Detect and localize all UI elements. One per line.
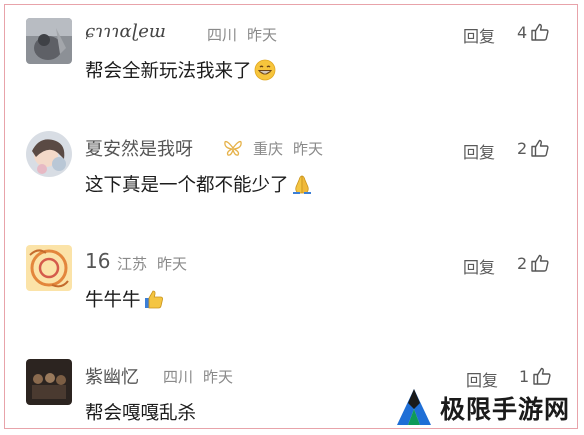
comment-meta: 重庆 昨天 (253, 138, 323, 159)
username[interactable]: 紫幽忆 (85, 363, 139, 389)
watermark-text: 极限手游网 (440, 395, 571, 424)
reply-button[interactable]: 回复 (463, 23, 495, 47)
username[interactable]: ɕɿɿɿɑɭeɯ (85, 21, 166, 42)
comment-meta: 江苏 昨天 (117, 253, 187, 274)
reply-button[interactable]: 回复 (463, 139, 495, 163)
like-count: 2 (517, 253, 528, 273)
grinning-face-icon (254, 59, 275, 81)
thumbs-up-emoji-icon (144, 290, 163, 309)
thumbs-up-icon (531, 139, 549, 157)
avatar[interactable] (26, 18, 72, 64)
like-button[interactable]: 4 (517, 22, 550, 42)
comment-text: 帮会嘎嘎乱杀 (85, 399, 196, 425)
username[interactable]: 16 (85, 249, 110, 273)
folded-hands-icon (292, 175, 311, 194)
thumbs-up-icon (531, 254, 549, 272)
location: 江苏 (117, 255, 148, 273)
avatar[interactable] (26, 245, 72, 291)
comment-text: 牛牛牛 (85, 286, 165, 312)
like-button[interactable]: 2 (517, 138, 550, 158)
comment-text: 这下真是一个都不能少了 (85, 171, 313, 197)
like-button[interactable]: 2 (517, 253, 550, 273)
like-button[interactable]: 1 (519, 366, 552, 386)
timestamp: 昨天 (247, 26, 278, 44)
avatar[interactable] (26, 131, 72, 177)
comment-text: 帮会全新玩法我来了 (85, 57, 276, 83)
comment-text-body: 帮会嘎嘎乱杀 (85, 403, 197, 424)
like-count: 2 (517, 138, 528, 158)
timestamp: 昨天 (157, 255, 188, 273)
location: 重庆 (253, 140, 284, 158)
like-count: 1 (519, 366, 530, 386)
comment-text-body: 牛牛牛 (85, 290, 141, 311)
butterfly-badge-icon (224, 140, 242, 156)
site-logo-icon (397, 389, 431, 425)
comment-text-body: 帮会全新玩法我来了 (85, 61, 252, 82)
like-count: 4 (517, 22, 528, 42)
comment-panel: ɕɿɿɿɑɭeɯ 四川 昨天 帮会全新玩法我来了 回复 4 夏安然是我呀 重庆 … (4, 4, 578, 429)
watermark: 极限手游网 (394, 385, 580, 431)
location: 四川 (207, 26, 238, 44)
username[interactable]: 夏安然是我呀 (85, 135, 193, 161)
thumbs-up-icon (531, 23, 549, 41)
comment-meta: 四川 昨天 (163, 366, 233, 387)
comment-meta: 四川 昨天 (207, 24, 277, 45)
reply-button[interactable]: 回复 (463, 254, 495, 278)
avatar[interactable] (26, 359, 72, 405)
thumbs-up-icon (533, 367, 551, 385)
location: 四川 (163, 368, 194, 386)
timestamp: 昨天 (203, 368, 234, 386)
comment-text-body: 这下真是一个都不能少了 (85, 175, 289, 196)
timestamp: 昨天 (293, 140, 324, 158)
